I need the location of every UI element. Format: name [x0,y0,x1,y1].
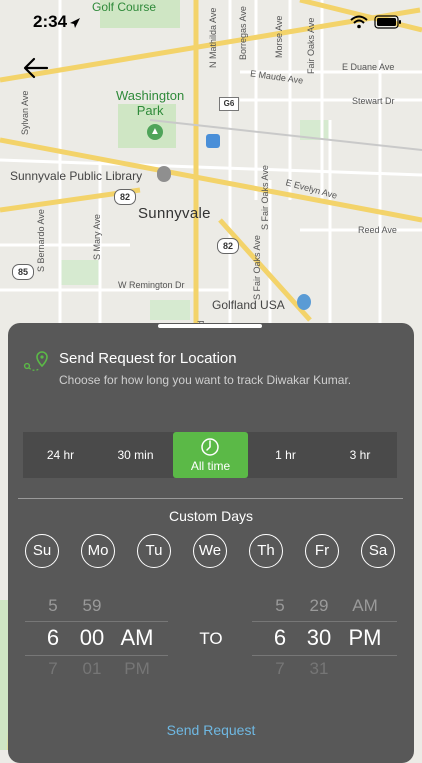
from-hour-next[interactable]: 7 [40,659,66,679]
from-hour-prev[interactable]: 5 [40,596,66,616]
map-label-sunnyvale: Sunnyvale [138,205,211,222]
clock-icon [201,438,219,456]
battery-icon [374,15,401,29]
map-label-s-fair-oaks-2: S Fair Oaks Ave [252,235,262,300]
to-minute-prev[interactable]: 29 [301,596,337,616]
to-hour-next[interactable]: 7 [267,659,293,679]
map-label-s-fair-oaks: S Fair Oaks Ave [260,165,270,230]
from-ampm-selected[interactable]: AM [116,625,158,651]
request-subtitle: Choose for how long you want to track Di… [59,373,352,387]
from-hour-selected[interactable]: 6 [40,625,66,651]
request-title: Send Request for Location [59,350,237,367]
duration-option-30min[interactable]: 30 min [98,432,173,478]
hwy-82-shield-2: 82 [217,238,239,254]
day-toggle-tu[interactable]: Tu [137,534,171,568]
custom-days-title: Custom Days [168,508,254,524]
map-label-fair-oaks: Fair Oaks Ave [306,17,316,74]
map-label-w-remington: W Remington Dr [118,280,185,290]
train-station-icon[interactable] [206,134,220,148]
map-label-s-mary: S Mary Ave [92,214,102,260]
hwy-85-shield: 85 [12,264,34,280]
map-label-library: Sunnyvale Public Library [10,169,143,183]
section-divider [18,498,403,499]
time-range-to-label: TO [199,629,223,648]
from-picker-line-bottom [25,655,168,656]
duration-option-1hr[interactable]: 1 hr [248,432,323,478]
to-picker-line-bottom [252,655,397,656]
location-pin-icon [23,351,48,371]
map-label-e-duane: E Duane Ave [342,62,395,72]
map-label-morse: Morse Ave [274,15,284,58]
park-pin-icon[interactable]: ▲ [147,124,163,140]
map-label-golf-course: Golf Course [92,0,157,14]
to-hour-prev[interactable]: 5 [267,596,293,616]
location-arrow-icon [70,18,80,28]
from-minute-next[interactable]: 01 [74,659,110,679]
map-label-stewart: Stewart Dr [352,96,395,106]
map-label-sylvan: Sylvan Ave [20,90,30,135]
to-ampm-selected[interactable]: PM [344,625,386,651]
day-toggle-sa[interactable]: Sa [361,534,395,568]
to-hour-selected[interactable]: 6 [267,625,293,651]
to-picker-line-top [252,621,397,622]
from-minute-selected[interactable]: 00 [74,625,110,651]
duration-option-3hr[interactable]: 3 hr [323,432,397,478]
map-label-washington-park: Washington Park [116,88,185,118]
back-arrow-icon[interactable] [22,56,50,80]
duration-option-all-time-label: All time [190,459,231,473]
day-toggle-we[interactable]: We [193,534,227,568]
day-toggle-th[interactable]: Th [249,534,283,568]
from-picker-line-top [25,621,168,622]
hwy-82-shield: 82 [114,189,136,205]
to-minute-selected[interactable]: 30 [301,625,337,651]
day-toggle-fr[interactable]: Fr [305,534,339,568]
map-label-borregas: Borregas Ave [238,6,248,60]
golfland-pin-icon[interactable] [297,294,311,310]
from-minute-prev[interactable]: 59 [74,596,110,616]
duration-option-24hr[interactable]: 24 hr [23,432,98,478]
status-time: 2:34 [33,12,68,31]
from-ampm-next[interactable]: PM [116,659,158,679]
map-label-golfland: Golfland USA [212,298,285,312]
day-toggle-mo[interactable]: Mo [81,534,115,568]
map-label-reed: Reed Ave [358,225,397,235]
to-minute-next[interactable]: 31 [301,659,337,679]
to-ampm-prev[interactable]: AM [344,596,386,616]
library-pin-icon[interactable] [157,166,171,182]
send-request-button[interactable]: Send Request [0,722,422,738]
g6-route-marker: G6 [219,97,239,111]
sheet-drag-handle[interactable] [158,324,262,328]
map-label-s-bernardo: S Bernardo Ave [36,209,46,272]
wifi-icon [350,15,368,29]
day-toggle-su[interactable]: Su [25,534,59,568]
map-label-n-mathilda: N Mathilda Ave [208,7,218,68]
